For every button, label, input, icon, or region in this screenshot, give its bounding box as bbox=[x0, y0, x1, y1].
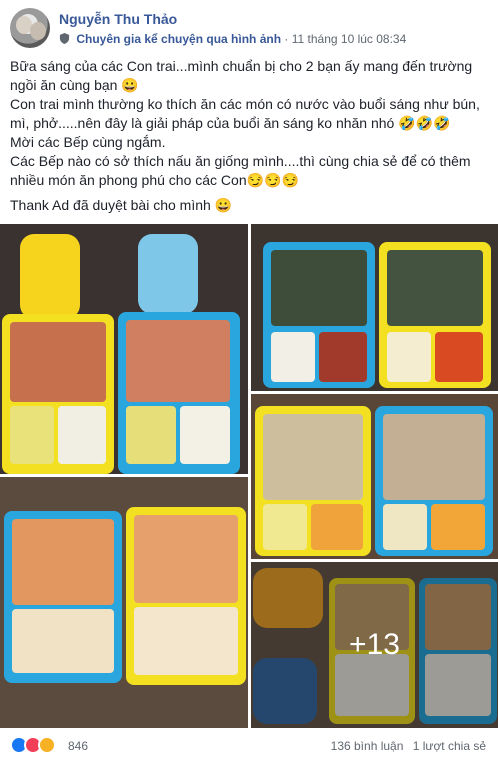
post-footer: 846 136 bình luận 1 lượt chia sẻ bbox=[0, 732, 498, 760]
photo-4[interactable] bbox=[0, 477, 248, 728]
photo-grid: +13 bbox=[0, 224, 498, 728]
comment-count[interactable]: 136 bình luận bbox=[331, 739, 404, 753]
avatar[interactable] bbox=[10, 8, 50, 48]
meta-separator: · bbox=[284, 32, 289, 46]
photo-3[interactable] bbox=[251, 394, 498, 559]
photo-2[interactable] bbox=[251, 224, 498, 391]
post-line-2: Con trai mình thường ko thích ăn các món… bbox=[10, 96, 480, 131]
author-name[interactable]: Nguyễn Thu Thảo bbox=[59, 11, 177, 27]
post-line-5: Thank Ad đã duyệt bài cho mình 😀 bbox=[10, 197, 233, 213]
badge-icon bbox=[59, 33, 70, 44]
engagement-stats: 136 bình luận 1 lượt chia sẻ bbox=[325, 739, 486, 753]
post-line-4: Các Bếp nào có sở thích nấu ăn giống mìn… bbox=[10, 153, 471, 188]
share-count[interactable]: 1 lượt chia sẻ bbox=[413, 739, 486, 753]
author-badge[interactable]: Chuyên gia kể chuyện qua hình ảnh bbox=[76, 32, 281, 46]
post-header: Nguyễn Thu Thảo Chuyên gia kể chuyện qua… bbox=[0, 0, 498, 52]
photo-5-more[interactable]: +13 bbox=[251, 562, 498, 728]
wow-reaction-icon bbox=[38, 736, 56, 754]
post-meta: Chuyên gia kể chuyện qua hình ảnh · 11 t… bbox=[59, 32, 406, 46]
post-line-3: Mời các Bếp cùng ngắm. bbox=[10, 134, 166, 150]
post-timestamp[interactable]: 11 tháng 10 lúc 08:34 bbox=[292, 32, 407, 46]
reaction-count[interactable]: 846 bbox=[68, 739, 88, 753]
photo-1[interactable] bbox=[0, 224, 248, 474]
post-text: Bữa sáng của các Con trai...mình chuẩn b… bbox=[10, 57, 490, 215]
more-photos-count[interactable]: +13 bbox=[251, 562, 498, 728]
post-line-1: Bữa sáng của các Con trai...mình chuẩn b… bbox=[10, 58, 473, 93]
